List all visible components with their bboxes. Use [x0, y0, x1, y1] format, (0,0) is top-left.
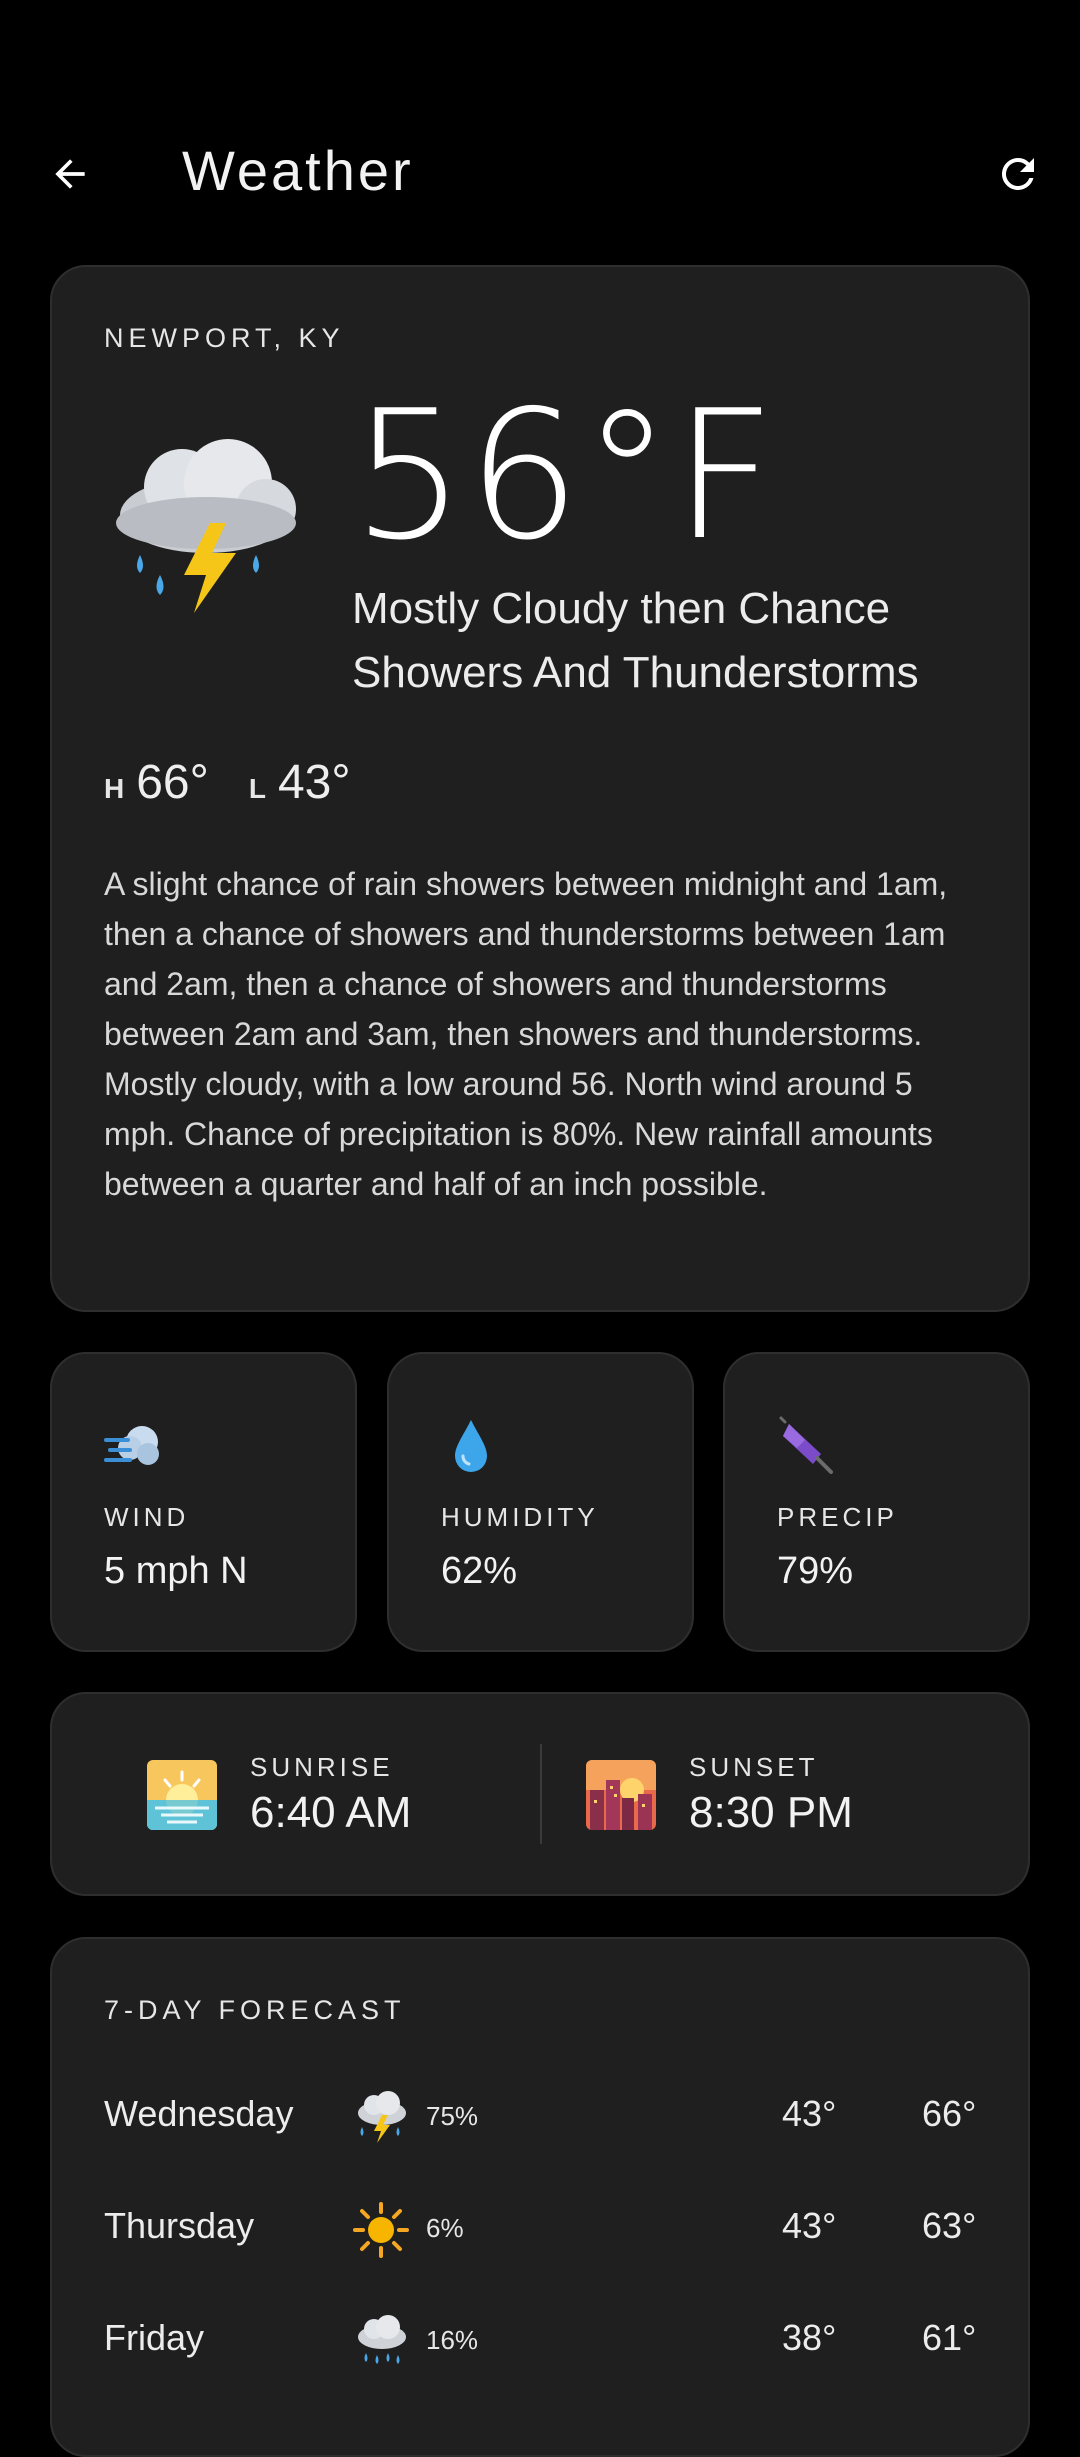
low-temp-group: L 43° — [249, 755, 351, 810]
sunset-time: 8:30 PM — [689, 1788, 853, 1837]
high-label: H — [104, 773, 125, 804]
forecast-precip: 16% — [426, 2325, 479, 2355]
humidity-label: HUMIDITY — [441, 1502, 599, 1532]
forecast-precip: 6% — [426, 2213, 464, 2243]
wind-label: WIND — [104, 1502, 190, 1532]
forecast-card: 7-DAY FORECAST Wednesday 75% 43° 66° Thu… — [50, 1937, 1030, 2457]
forecast-precip: 75% — [426, 2101, 479, 2131]
sunrise-label: SUNRISE — [250, 1752, 394, 1782]
forecast-day: Friday — [104, 2317, 205, 2358]
app-bar: Weather — [0, 120, 1080, 228]
current-temperature: 56°F — [352, 372, 778, 579]
forecast-high: 61° — [922, 2317, 977, 2358]
forecast-row[interactable]: Thursday 6% 43° 63° — [52, 2187, 1032, 2267]
droplet-icon — [455, 1420, 487, 1472]
back-button[interactable] — [38, 142, 102, 206]
low-label: L — [248, 773, 266, 804]
high-temp: 66° — [136, 756, 209, 809]
humidity-tile: HUMIDITY 62% — [387, 1352, 694, 1652]
thunderstorm-icon — [358, 2091, 406, 2143]
forecast-low: 38° — [782, 2317, 837, 2358]
wind-icon — [104, 1426, 159, 1465]
location-label: NEWPORT, KY — [104, 323, 345, 353]
current-conditions-card: NEWPORT, KY 56°F Mostly Cloudy then Chan… — [50, 265, 1030, 1312]
refresh-icon — [1001, 157, 1034, 190]
sun-icon — [353, 2202, 409, 2258]
wind-value: 5 mph N — [104, 1550, 248, 1592]
high-low: H 66° L 43° — [104, 755, 351, 810]
sun-divider — [540, 1744, 542, 1844]
wind-tile: WIND 5 mph N — [50, 1352, 357, 1652]
precip-label: PRECIP — [777, 1502, 898, 1532]
umbrella-icon — [779, 1416, 833, 1474]
precip-tile: PRECIP 79% — [723, 1352, 1030, 1652]
forecast-low: 43° — [782, 2205, 837, 2246]
refresh-button[interactable] — [986, 142, 1050, 206]
forecast-row[interactable]: Wednesday 75% 43° 66° — [52, 2075, 1032, 2155]
detailed-forecast: A slight chance of rain showers between … — [104, 866, 948, 1202]
sunrise-icon — [147, 1760, 217, 1830]
high-temp-group: H 66° — [104, 755, 209, 810]
forecast-day: Thursday — [104, 2205, 255, 2246]
forecast-low: 43° — [782, 2093, 837, 2134]
forecast-day: Wednesday — [104, 2093, 294, 2134]
arrow-back-icon — [55, 159, 85, 189]
forecast-high: 66° — [922, 2093, 977, 2134]
app-title: Weather — [182, 139, 414, 202]
condition-text: Mostly Cloudy then Chance Showers And Th… — [352, 584, 919, 697]
forecast-high: 63° — [922, 2205, 977, 2246]
sunset-label: SUNSET — [689, 1752, 819, 1782]
sunset-city-icon — [586, 1760, 656, 1830]
precip-value: 79% — [777, 1550, 854, 1592]
sunrise-time: 6:40 AM — [250, 1788, 412, 1837]
humidity-value: 62% — [441, 1550, 518, 1592]
forecast-row[interactable]: Friday 16% 38° 61° — [52, 2299, 1032, 2379]
sun-times-card: SUNRISE 6:40 AM SUNSET 8:30 PM — [50, 1692, 1030, 1896]
low-temp: 43° — [277, 756, 351, 809]
forecast-title: 7-DAY FORECAST — [104, 1995, 406, 2025]
thunderstorm-rain-icon — [116, 439, 296, 613]
rain-cloud-icon — [358, 2315, 406, 2364]
